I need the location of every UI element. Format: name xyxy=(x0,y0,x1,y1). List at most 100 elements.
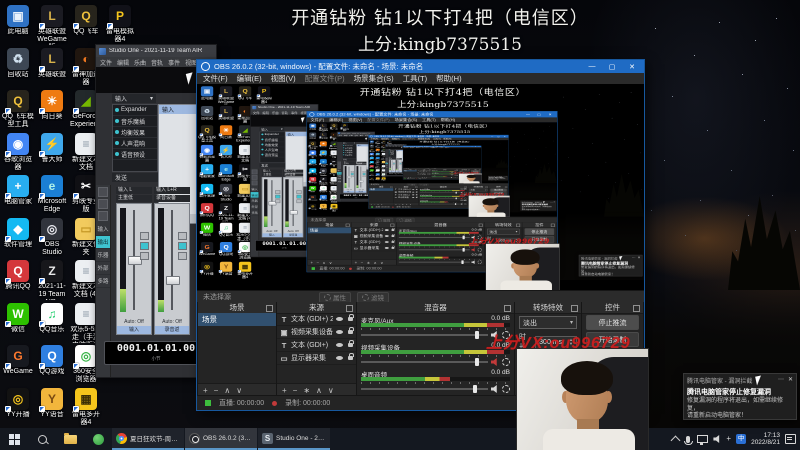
toast-notification[interactable]: 腾讯电脑管家 - 漏洞拦截 ⋯✕ 腾讯电脑管家停止修复漏洞 修复漏洞的程序将退出… xyxy=(578,254,643,277)
desktop-icon[interactable]: eMicrosoft Edge xyxy=(318,159,328,167)
desktop-icon[interactable]: Z2021-11-19 Team AIR.. xyxy=(217,203,235,221)
desktop-icon[interactable]: ◎OBS Studio xyxy=(318,168,328,176)
lock-icon[interactable] xyxy=(391,239,395,243)
desktop-icon[interactable]: Y YY语音 xyxy=(375,177,381,180)
desktop-icon[interactable]: Y YY语音 xyxy=(217,261,235,276)
visibility-eye-icon[interactable] xyxy=(384,229,389,232)
fader-handle[interactable] xyxy=(289,210,298,215)
ime-indicator[interactable]: 中 xyxy=(736,434,747,444)
popout-icon[interactable] xyxy=(633,305,640,312)
insert-item[interactable]: 语音预设 xyxy=(342,154,357,157)
source-row[interactable]: T 文本 (GDI+) xyxy=(277,339,356,352)
side-tab[interactable]: 多路 xyxy=(96,275,110,288)
desktop-icon[interactable]: ♻ 回收站 xyxy=(198,105,216,120)
desktop-icon[interactable]: ◎ YY开播 xyxy=(369,177,375,180)
mixer-strip-1[interactable]: Auto: Off 输入 xyxy=(388,159,396,173)
desktop-icon[interactable]: ◎ YY开播 xyxy=(308,203,318,211)
mixer-strip-2[interactable]: Auto: Off 录音返 xyxy=(355,165,367,193)
desktop-icon[interactable]: ☀ 向日葵 xyxy=(375,148,381,152)
speaker-muted-icon[interactable] xyxy=(471,247,475,252)
source-row[interactable]: ▭ 显示器采集 xyxy=(277,352,356,365)
desktop-icon[interactable]: Q QQ飞车 xyxy=(329,123,339,131)
obs-preview-slot[interactable]: 开通钻粉 钻1以下打4把（电信区） 上分:kingb7375515 ▣ 此电脑 L 英… xyxy=(307,122,557,217)
control-button[interactable]: 停止推流 xyxy=(586,315,639,330)
desktop-icon[interactable]: ◆ 软件管理 xyxy=(2,218,34,249)
visibility-eye-icon[interactable] xyxy=(412,188,415,190)
visibility-eye-icon[interactable] xyxy=(336,317,343,321)
toast-close-button[interactable]: ✕ xyxy=(637,257,640,260)
desktop-icon[interactable]: QQQ飞车模型工具 xyxy=(198,125,216,143)
menu-item[interactable]: 编辑 xyxy=(117,58,129,67)
desktop-icon[interactable]: G WeGame xyxy=(2,345,34,376)
desktop-icon[interactable]: P雷电模拟器4 xyxy=(340,123,350,132)
volume-slider[interactable] xyxy=(398,260,470,264)
desktop-icon[interactable]: L英雄联盟WeGame版 xyxy=(36,5,68,45)
close-button[interactable]: ✕ xyxy=(624,63,640,71)
desktop-icon[interactable]: L 英雄联盟 xyxy=(375,144,381,148)
visibility-eye-icon[interactable] xyxy=(336,330,343,334)
desktop-icon[interactable]: Q 腾讯QQ xyxy=(198,203,216,217)
insert-item[interactable]: 均衡效果 xyxy=(113,127,157,138)
desktop-icon[interactable]: ▦ 雷电多开器4 xyxy=(236,261,254,280)
lock-icon[interactable] xyxy=(348,327,354,334)
volume-slider[interactable] xyxy=(398,247,470,252)
close-button[interactable]: ✕ xyxy=(546,113,555,116)
transition-select[interactable]: 淡出 ▾ xyxy=(519,316,577,329)
inserts-panel-header[interactable]: 输入▾ xyxy=(259,127,285,132)
desktop-icon[interactable]: W 微信 xyxy=(369,169,375,172)
antivirus-tray-app[interactable] xyxy=(84,428,112,450)
desktop-icon[interactable]: ◎ YY开播 xyxy=(198,261,216,276)
insert-item[interactable]: 语音预设 xyxy=(388,154,397,156)
desktop-icon[interactable]: W 微信 xyxy=(308,186,318,193)
fader-handle[interactable] xyxy=(358,180,364,183)
desktop-icon[interactable]: ⚡ 鲁大师 xyxy=(36,133,68,164)
menu-item[interactable]: 事件 xyxy=(168,58,180,67)
maximize-button[interactable]: ▢ xyxy=(535,113,544,116)
scene-item[interactable]: 场景 xyxy=(198,313,276,326)
sources-list[interactable]: T 文本 (GDI+) 2 ▣ 视频采集设备 T 文本 (GDI+) ▭ 显示器采集 xyxy=(393,188,419,203)
desktop-icon[interactable]: ◉谷歌浏览器 xyxy=(2,133,34,172)
desktop-icon[interactable]: Q 腾讯QQ xyxy=(308,177,318,184)
desktop-icon[interactable]: Z2021-11-19 Team AIR.. xyxy=(36,260,68,300)
desktop-icon[interactable]: + 电脑管家 xyxy=(2,175,34,206)
lock-icon[interactable] xyxy=(415,188,418,190)
volume-slider[interactable] xyxy=(361,358,488,366)
speaker-icon[interactable] xyxy=(713,435,720,443)
insert-item[interactable]: 人声混响 xyxy=(113,138,157,149)
source-row[interactable]: T 文本 (GDI+) 2 xyxy=(277,313,356,326)
desktop-icon[interactable]: Y YY语音 xyxy=(318,203,328,211)
source-row[interactable]: ▣ 视频采集设备 xyxy=(277,326,356,339)
source-down-button[interactable]: ∨ xyxy=(328,386,334,395)
visibility-eye-icon[interactable] xyxy=(384,235,389,237)
mixer-strip-1[interactable]: Auto: Off 输入 xyxy=(261,176,282,238)
desktop-icon[interactable]: Q 腾讯QQ xyxy=(369,165,375,168)
display-icon[interactable] xyxy=(697,435,709,445)
visibility-eye-icon[interactable] xyxy=(384,247,389,249)
desktop-icon[interactable]: G WeGame xyxy=(198,242,216,256)
side-tab[interactable]: 外部 xyxy=(96,262,110,275)
lock-icon[interactable] xyxy=(415,193,418,196)
desktop-icon[interactable]: ◉谷歌浏览器 xyxy=(198,144,216,163)
toast-notification[interactable]: 腾讯电脑管家 - 漏洞拦截 ⋯✕ 腾讯电脑管家停止修复漏洞 修复漏洞的程序将退出… xyxy=(683,373,797,420)
visibility-eye-icon[interactable] xyxy=(412,197,415,198)
desktop-icon[interactable]: Q 腾讯QQ xyxy=(2,260,34,291)
desktop-icon[interactable]: ☀ 向日葵 xyxy=(318,141,328,148)
lock-icon[interactable] xyxy=(391,227,395,232)
desktop-icon[interactable]: Q QQ游戏 xyxy=(318,194,328,202)
inserts-list[interactable]: Expander 音乐魔插 均衡效果 人声混响 语音预设 xyxy=(259,131,286,163)
desktop-icon[interactable]: ♫ QQ音乐 xyxy=(375,169,381,172)
desktop-icon[interactable]: + 电脑管家 xyxy=(369,156,375,160)
side-tab[interactable]: 乐器 xyxy=(96,249,110,262)
mixer-strip-1[interactable]: Auto: Off 输入 xyxy=(116,203,152,335)
desktop-icon[interactable]: QQQ飞车模型工具 xyxy=(2,90,34,129)
studio-one-side-tabs[interactable]: 输入输出乐器外部多路 xyxy=(385,162,388,168)
desktop-icon[interactable]: G WeGame xyxy=(369,173,375,176)
source-row[interactable]: ▭ 显示器采集 xyxy=(351,245,397,252)
fader-handle[interactable] xyxy=(397,166,401,168)
studio-one-side-tabs[interactable]: 输入输出乐器外部多路 xyxy=(250,186,259,216)
side-tab[interactable]: 多路 xyxy=(385,167,388,168)
desktop-icon[interactable]: ▦ 雷电多开器4 xyxy=(70,388,102,427)
search-button[interactable] xyxy=(28,428,56,450)
desktop-icon[interactable]: ◆ 软件管理 xyxy=(369,161,375,164)
insert-item[interactable]: Expander xyxy=(113,105,157,116)
